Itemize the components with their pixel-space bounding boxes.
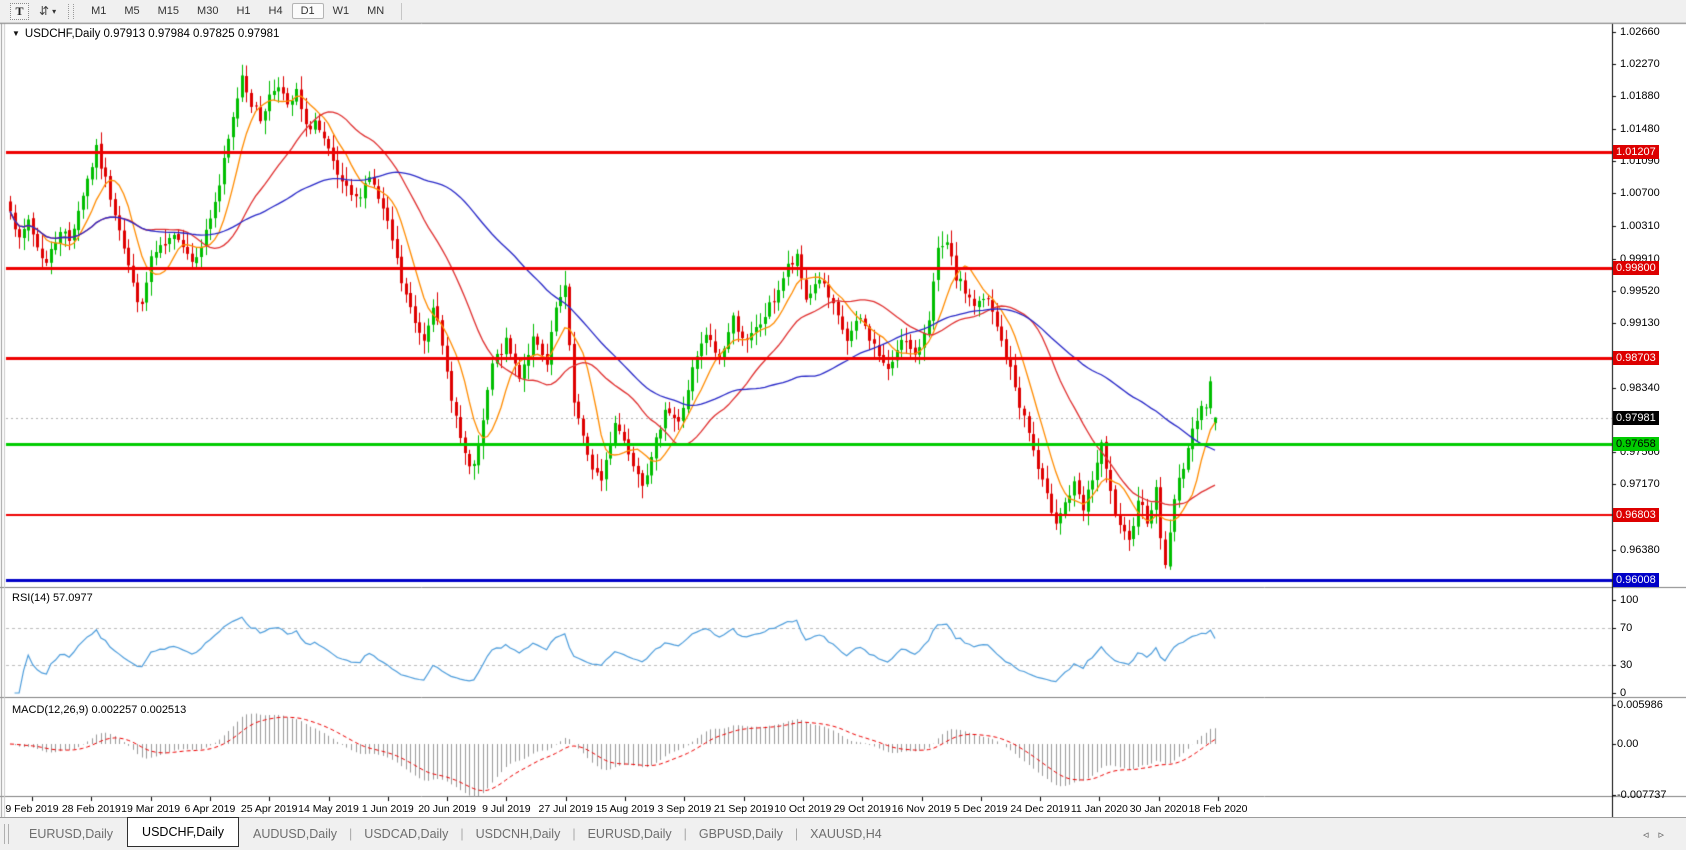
chart-title-ohlc: 0.97913 0.97984 0.97825 0.97981 [104,28,280,40]
timeframe-button-m30[interactable]: M30 [188,3,227,19]
timeframe-button-h1[interactable]: H1 [227,3,259,19]
chart-collapse-icon[interactable]: ▼ [12,29,20,38]
cursor-style-button[interactable]: ⇵ ▾ [39,4,56,18]
tab-scroll-right-icon[interactable]: ▹ [1658,828,1664,841]
chart-tab-gbpusd-daily[interactable]: GBPUSD,Daily [685,827,797,841]
chart-tabs: EURUSD,DailyUSDCHF,DailyAUDUSD,Daily|USD… [15,818,896,850]
price-chart-canvas[interactable] [0,0,1686,850]
chart-tab-usdcnh-daily[interactable]: USDCNH,Daily [462,827,575,841]
chart-tab-usdchf-daily[interactable]: USDCHF,Daily [127,817,239,847]
top-toolbar: T ⇵ ▾ M1M5M15M30H1H4D1W1MN [0,0,1686,23]
dropdown-caret-icon: ▾ [52,7,56,16]
chart-title: ▼ USDCHF,Daily 0.97913 0.97984 0.97825 0.… [12,28,279,40]
chart-tab-eurusd-daily[interactable]: EURUSD,Daily [574,827,686,841]
timeframe-button-mn[interactable]: MN [358,3,393,19]
timeframe-button-w1[interactable]: W1 [324,3,359,19]
chart-title-symbol: USDCHF,Daily [25,28,100,40]
tabbar-grip [4,824,9,844]
chart-tab-xauusd-h4[interactable]: XAUUSD,H4 [796,827,896,841]
tab-scroll-arrows: ◃ ▹ [1643,828,1664,841]
timeframe-button-m15[interactable]: M15 [149,3,188,19]
timeframe-button-h4[interactable]: H4 [260,3,292,19]
timeframe-button-group: M1M5M15M30H1H4D1W1MN [82,5,393,17]
rsi-panel-label: RSI(14) 57.0977 [12,592,93,604]
chart-tab-usdcad-daily[interactable]: USDCAD,Daily [350,827,462,841]
timeframe-button-m1[interactable]: M1 [82,3,115,19]
chart-tab-audusd-daily[interactable]: AUDUSD,Daily [239,827,351,841]
chart-tab-eurusd-daily[interactable]: EURUSD,Daily [15,827,127,841]
text-tool-button[interactable]: T [10,3,29,20]
toolbar-grip [68,4,74,19]
macd-panel-label: MACD(12,26,9) 0.002257 0.002513 [12,704,186,716]
tab-scroll-left-icon[interactable]: ◃ [1643,828,1649,841]
timeframe-button-d1[interactable]: D1 [292,3,324,19]
chart-tab-bar: EURUSD,DailyUSDCHF,DailyAUDUSD,Daily|USD… [0,817,1686,850]
updown-arrows-icon: ⇵ [39,4,49,18]
timeframe-button-m5[interactable]: M5 [115,3,148,19]
toolbar-separator [401,3,402,20]
